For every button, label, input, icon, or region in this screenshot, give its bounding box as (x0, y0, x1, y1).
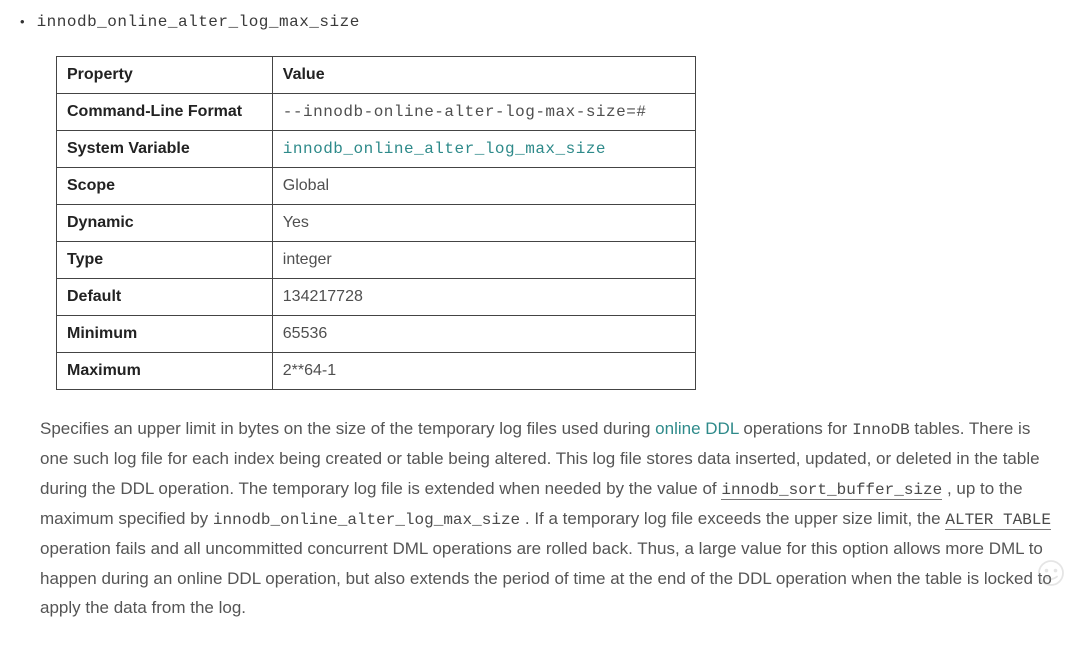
value-cell: --innodb-online-alter-log-max-size=# (272, 94, 695, 131)
property-cell: Command-Line Format (57, 94, 273, 131)
property-cell: Scope (57, 168, 273, 205)
property-cell: Default (57, 279, 273, 316)
desc-text: operations for (743, 419, 852, 438)
property-cell: Maximum (57, 353, 273, 390)
table-row: Default134217728 (57, 279, 696, 316)
variable-name: innodb_online_alter_log_max_size (37, 8, 360, 36)
value-cell[interactable]: innodb_online_alter_log_max_size (272, 131, 695, 168)
max-size-code: innodb_online_alter_log_max_size (213, 511, 520, 529)
variable-description: Specifies an upper limit in bytes on the… (40, 414, 1052, 623)
table-row: DynamicYes (57, 205, 696, 242)
property-cell: Type (57, 242, 273, 279)
value-cell: integer (272, 242, 695, 279)
value-cell: Yes (272, 205, 695, 242)
system-variable-link[interactable]: innodb_online_alter_log_max_size (283, 140, 606, 158)
property-cell: System Variable (57, 131, 273, 168)
properties-table: Property Value Command-Line Format--inno… (56, 56, 696, 390)
desc-text: Specifies an upper limit in bytes on the… (40, 419, 655, 438)
table-row: Minimum65536 (57, 316, 696, 353)
value-cell: 134217728 (272, 279, 695, 316)
header-value: Value (272, 57, 695, 94)
table-row: Typeinteger (57, 242, 696, 279)
value-cell: Global (272, 168, 695, 205)
variable-heading: • innodb_online_alter_log_max_size (20, 8, 1064, 36)
innodb-code: InnoDB (852, 421, 910, 439)
bullet-icon: • (20, 11, 25, 34)
alter-table-link[interactable]: ALTER TABLE (945, 511, 1051, 530)
value-cell: 2**64-1 (272, 353, 695, 390)
table-row: System Variable innodb_online_alter_log_m… (57, 131, 696, 168)
property-cell: Dynamic (57, 205, 273, 242)
desc-text: operation fails and all uncommitted conc… (40, 539, 1052, 618)
sort-buffer-size-link[interactable]: innodb_sort_buffer_size (721, 481, 942, 500)
property-cell: Minimum (57, 316, 273, 353)
table-row: Maximum2**64-1 (57, 353, 696, 390)
table-row: Command-Line Format--innodb-online-alter… (57, 94, 696, 131)
header-property: Property (57, 57, 273, 94)
table-row: ScopeGlobal (57, 168, 696, 205)
table-header-row: Property Value (57, 57, 696, 94)
online-ddl-link[interactable]: online DDL (655, 419, 738, 438)
value-cell: 65536 (272, 316, 695, 353)
desc-text: . If a temporary log file exceeds the up… (525, 509, 945, 528)
